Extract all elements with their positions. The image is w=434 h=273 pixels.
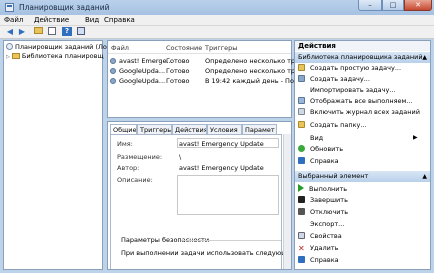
security-text: При выполнении задачи использовать следу… — [121, 249, 292, 257]
name-label: Имя: — [117, 140, 133, 148]
menu-view[interactable]: Вид — [85, 16, 99, 24]
action-create-task[interactable]: Создать задачу... — [298, 75, 370, 85]
action-refresh[interactable]: Обновить — [298, 145, 343, 155]
folder-icon — [11, 53, 20, 59]
help-icon — [298, 256, 305, 263]
action-help-selected[interactable]: Справка — [298, 256, 339, 266]
security-divider — [181, 240, 281, 241]
panel-icon[interactable] — [76, 27, 86, 36]
author-label: Автор: — [117, 164, 140, 172]
action-help[interactable]: Справка — [298, 157, 339, 167]
export-icon — [298, 220, 305, 227]
action-create-basic-task[interactable]: Создать простую задачу... — [298, 64, 401, 74]
display-running-icon — [298, 97, 305, 104]
submenu-arrow-icon: ▶ — [413, 134, 418, 141]
task-list: Файл Состояние Триггеры avast! Emerge...… — [107, 40, 306, 118]
delete-icon: ✕ — [298, 244, 305, 253]
table-row[interactable]: GoogleUpda... Готово В 19:42 каждый день… — [110, 76, 306, 86]
properties-icon — [298, 232, 305, 239]
col-state[interactable]: Состояние — [166, 44, 202, 52]
task-scheduler-icon — [5, 3, 14, 12]
disable-icon — [298, 208, 305, 215]
task-icon — [110, 68, 116, 74]
create-basic-task-icon — [298, 64, 305, 71]
window-title: Планировщик заданий — [19, 3, 110, 12]
import-icon — [298, 86, 305, 93]
action-run[interactable]: Выполнить — [298, 184, 347, 194]
refresh-icon — [298, 145, 305, 152]
action-disable[interactable]: Отключить — [298, 208, 348, 218]
action-import-task[interactable]: Импортировать задачу... — [298, 86, 396, 96]
close-button[interactable]: ✕ — [404, 0, 432, 11]
maximize-button[interactable]: □ — [382, 0, 404, 11]
menu-help[interactable]: Справка — [104, 16, 135, 24]
action-properties[interactable]: Свойства — [298, 232, 342, 242]
general-tab-panel: Имя: avast! Emergency Update Размещение:… — [110, 134, 291, 269]
task-icon — [110, 58, 116, 64]
run-icon — [298, 184, 304, 192]
location-value: \ — [179, 153, 182, 161]
properties-icon[interactable] — [47, 27, 57, 36]
table-row[interactable]: avast! Emerge... Готово Определено неско… — [110, 56, 306, 66]
folder-icon[interactable] — [33, 27, 43, 36]
new-folder-icon — [298, 121, 305, 128]
menu-action[interactable]: Действие — [34, 16, 69, 24]
action-end[interactable]: Завершить — [298, 196, 348, 206]
description-field[interactable] — [177, 175, 279, 215]
header-divider — [108, 53, 291, 54]
tree-library[interactable]: ▷ Библиотека планировщ — [6, 52, 104, 61]
table-row[interactable]: GoogleUpda... Готово Определено нескольк… — [110, 66, 306, 76]
view-icon — [298, 134, 305, 141]
action-new-folder[interactable]: Создать папку... — [298, 121, 367, 131]
action-enable-log[interactable]: Включить журнал всех заданий — [298, 108, 420, 118]
library-actions-group[interactable]: Библиотека планировщика заданий ▲ — [295, 52, 430, 63]
location-label: Размещение: — [117, 153, 163, 161]
task-icon — [110, 78, 116, 84]
log-icon — [298, 108, 305, 115]
end-icon — [298, 196, 305, 203]
actions-header: Действия — [295, 41, 430, 51]
menu-bar: Файл Действие Вид Справка — [0, 15, 434, 26]
tree-root[interactable]: Планировщик заданий (Лок — [6, 43, 111, 52]
collapse-icon[interactable]: ▲ — [422, 171, 427, 182]
clock-icon — [6, 43, 13, 50]
task-details: Общие Триггеры Действия Условия Парамет … — [107, 121, 292, 270]
details-scrollbar[interactable] — [283, 134, 291, 269]
author-value: avast! Emergency Update — [179, 164, 264, 172]
menu-file[interactable]: Файл — [4, 16, 23, 24]
create-task-icon — [298, 75, 305, 82]
minimize-button[interactable]: – — [358, 0, 382, 11]
help-icon[interactable]: ? — [62, 27, 72, 36]
col-triggers[interactable]: Триггеры — [205, 44, 237, 52]
title-bar[interactable]: Планировщик заданий – □ ✕ — [0, 0, 434, 15]
help-icon — [298, 157, 305, 164]
action-delete[interactable]: ✕ Удалить — [298, 244, 338, 254]
task-scheduler-window: Планировщик заданий – □ ✕ Файл Действие … — [0, 0, 434, 273]
action-display-running[interactable]: Отображать все выполняем... — [298, 97, 413, 107]
toolbar: ◀ ▶ ? — [0, 26, 434, 39]
expand-icon[interactable]: ▷ — [6, 54, 10, 60]
name-value: avast! Emergency Update — [179, 140, 264, 148]
action-view[interactable]: Вид ▶ — [298, 134, 418, 144]
actions-pane: Действия Библиотека планировщика заданий… — [294, 40, 431, 270]
back-icon[interactable]: ◀ — [5, 27, 15, 36]
selected-item-group[interactable]: Выбранный элемент ▲ — [295, 171, 430, 182]
action-export[interactable]: Экспорт... — [298, 220, 344, 230]
forward-icon[interactable]: ▶ — [17, 27, 27, 36]
collapse-icon[interactable]: ▲ — [422, 52, 427, 63]
tree-pane: Планировщик заданий (Лок ▷ Библиотека пла… — [3, 40, 111, 270]
col-file[interactable]: Файл — [111, 44, 129, 52]
description-label: Описание: — [117, 176, 153, 184]
